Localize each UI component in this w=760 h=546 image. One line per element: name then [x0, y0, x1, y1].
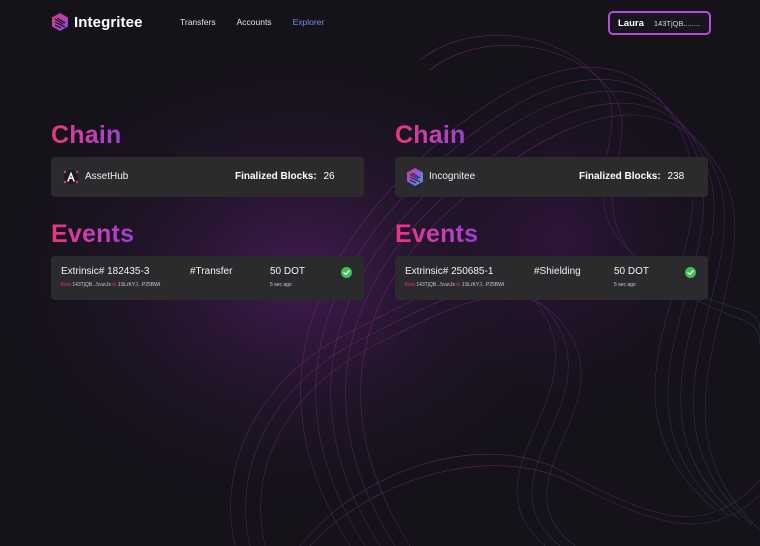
event-type: #Transfer [190, 266, 233, 277]
integritee-logo-icon [52, 13, 68, 31]
chain-heading: Chain [51, 121, 122, 149]
event-to-address: 1SLrKYJ...P25BWt [461, 282, 505, 288]
account-address: 143TjQB........ [653, 18, 701, 28]
top-nav: Transfers Accounts Explorer [180, 17, 345, 27]
event-type: #Shielding [534, 266, 581, 277]
app-logo[interactable]: Integritee [52, 13, 143, 31]
account-button[interactable]: Laura 143TjQB........ [608, 11, 711, 35]
event-from-label: from [61, 282, 71, 288]
chain-name: AssetHub [85, 171, 129, 182]
event-time: 5 sec ago [270, 282, 292, 288]
event-from-address: 143TjQB...5vurJs [72, 282, 112, 288]
finalized-blocks-label: Finalized Blocks: [579, 171, 661, 182]
nav-transfers[interactable]: Transfers [180, 17, 216, 27]
event-extrinsic: Extrinsic# 182435-3 [61, 266, 150, 277]
events-heading: Events [51, 220, 135, 248]
event-extrinsic: Extrinsic# 250685-1 [405, 266, 494, 277]
event-row[interactable]: Extrinsic# 182435-3 #Transfer 50 DOT fro… [51, 256, 364, 300]
page-content: Integritee Transfers Accounts Explorer L… [0, 0, 760, 546]
incognitee-logo-icon [407, 168, 423, 186]
event-amount: 50 DOT [614, 266, 650, 277]
event-time: 5 sec ago [614, 282, 636, 288]
app-name: Integritee [74, 13, 143, 31]
chain-card[interactable]: Incognitee Finalized Blocks: 238 [395, 157, 708, 197]
event-to-address: 1SLrKYJ...P25BWt [117, 282, 161, 288]
check-circle-icon [341, 267, 352, 278]
finalized-blocks: Finalized Blocks: 26 [235, 171, 335, 182]
finalized-blocks: Finalized Blocks: 238 [579, 171, 684, 182]
event-amount: 50 DOT [270, 266, 306, 277]
event-route: from 143TjQB...5vurJs to 1SLrKYJ...P25BW… [405, 282, 504, 288]
account-name: Laura [618, 17, 644, 29]
assethub-logo-icon [63, 170, 79, 184]
finalized-blocks-label: Finalized Blocks: [235, 171, 317, 182]
event-to-label: to [112, 282, 117, 288]
nav-explorer[interactable]: Explorer [293, 17, 325, 27]
chain-name: Incognitee [429, 171, 476, 182]
finalized-blocks-value: 238 [667, 171, 685, 182]
chain-heading: Chain [395, 121, 466, 149]
event-route: from 143TjQB...5vurJs to 1SLrKYJ...P25BW… [61, 282, 160, 288]
event-row[interactable]: Extrinsic# 250685-1 #Shielding 50 DOT fr… [395, 256, 708, 300]
event-to-label: to [456, 282, 461, 288]
events-heading: Events [395, 220, 479, 248]
event-from-label: from [405, 282, 415, 288]
nav-accounts[interactable]: Accounts [237, 17, 272, 27]
chain-card[interactable]: AssetHub Finalized Blocks: 26 [51, 157, 364, 197]
event-from-address: 143TjQB...5vurJs [416, 282, 456, 288]
finalized-blocks-value: 26 [323, 171, 335, 182]
check-circle-icon [685, 267, 696, 278]
